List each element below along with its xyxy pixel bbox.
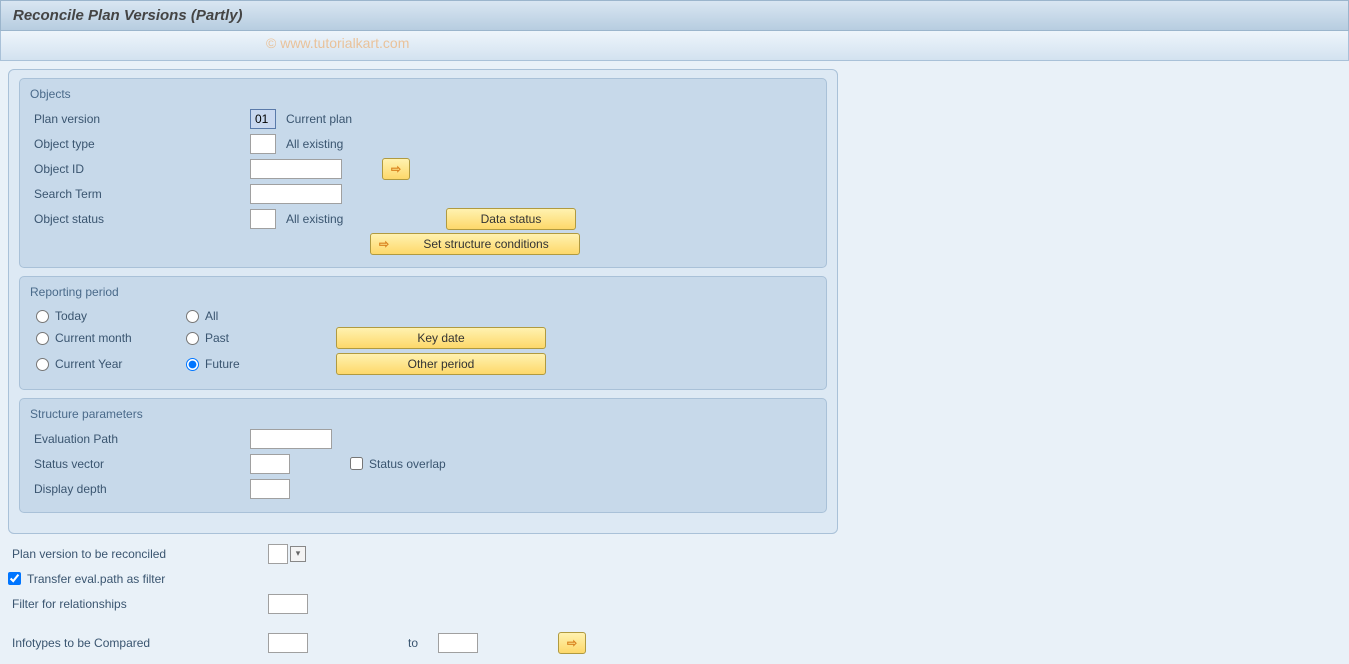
evaluation-path-input[interactable] [250, 429, 332, 449]
transfer-eval-path-check[interactable]: Transfer eval.path as filter [8, 572, 165, 586]
set-structure-conditions-label: Set structure conditions [401, 237, 571, 251]
row-search-term: Search Term [30, 182, 816, 205]
reporting-period-group: Reporting period Today All Current month… [19, 276, 827, 390]
infotypes-from-input[interactable] [268, 633, 308, 653]
arrow-right-icon [391, 162, 401, 176]
plan-version-reconciled-input[interactable] [268, 544, 288, 564]
set-structure-conditions-button[interactable]: Set structure conditions [370, 233, 580, 255]
object-id-input[interactable] [250, 159, 342, 179]
status-overlap-checkbox[interactable] [350, 457, 363, 470]
arrow-right-icon [379, 237, 389, 251]
row-object-type: Object type All existing [30, 132, 816, 155]
radio-future[interactable]: Future [186, 357, 336, 371]
row-status-vector: Status vector Status overlap [30, 452, 816, 475]
radio-past[interactable]: Past [186, 331, 336, 345]
watermark: © www.tutorialkart.com [266, 35, 409, 51]
plan-version-input[interactable] [250, 109, 276, 129]
structure-parameters-title: Structure parameters [30, 407, 816, 421]
page-title: Reconcile Plan Versions (Partly) [13, 7, 243, 24]
row-transfer-eval-path: Transfer eval.path as filter [8, 567, 1341, 590]
reporting-radio-grid: Today All Current month Past Key date Cu… [30, 305, 816, 379]
display-depth-input[interactable] [250, 479, 290, 499]
radio-past-input[interactable] [186, 332, 199, 345]
object-type-desc: All existing [286, 137, 343, 151]
content-area: Objects Plan version Current plan Object… [0, 61, 1349, 664]
row-structure-conditions: Set structure conditions [30, 232, 816, 255]
radio-all[interactable]: All [186, 309, 336, 323]
display-depth-label: Display depth [30, 482, 250, 496]
object-type-label: Object type [30, 137, 250, 151]
object-type-input[interactable] [250, 134, 276, 154]
radio-current-month[interactable]: Current month [36, 331, 186, 345]
radio-today-input[interactable] [36, 310, 49, 323]
key-date-button[interactable]: Key date [336, 327, 546, 349]
toolbar-strip: © www.tutorialkart.com [0, 31, 1349, 61]
status-overlap-check[interactable]: Status overlap [350, 457, 446, 471]
row-object-status: Object status All existing Data status [30, 207, 816, 230]
status-vector-label: Status vector [30, 457, 250, 471]
other-period-button[interactable]: Other period [336, 353, 546, 375]
search-term-input[interactable] [250, 184, 342, 204]
structure-parameters-group: Structure parameters Evaluation Path Sta… [19, 398, 827, 513]
infotypes-compared-label: Infotypes to be Compared [8, 636, 268, 650]
reporting-period-title: Reporting period [30, 285, 816, 299]
title-bar: Reconcile Plan Versions (Partly) [0, 0, 1349, 31]
row-object-id: Object ID [30, 157, 816, 180]
objects-group: Objects Plan version Current plan Object… [19, 78, 827, 268]
object-status-desc: All existing [286, 212, 446, 226]
f4-help-icon[interactable]: ▾ [290, 546, 306, 562]
plan-version-label: Plan version [30, 112, 250, 126]
row-plan-version-reconciled: Plan version to be reconciled ▾ [8, 542, 1341, 565]
row-evaluation-path: Evaluation Path [30, 427, 816, 450]
object-status-input[interactable] [250, 209, 276, 229]
objects-title: Objects [30, 87, 816, 101]
radio-current-year[interactable]: Current Year [36, 357, 186, 371]
radio-today[interactable]: Today [36, 309, 186, 323]
plan-version-reconciled-label: Plan version to be reconciled [8, 547, 268, 561]
infotypes-multi-button[interactable] [558, 632, 586, 654]
row-plan-version: Plan version Current plan [30, 107, 816, 130]
object-status-label: Object status [30, 212, 250, 226]
object-id-label: Object ID [30, 162, 250, 176]
to-label: to [408, 636, 418, 650]
data-status-label: Data status [481, 212, 542, 226]
row-infotypes-compared: Infotypes to be Compared to [8, 631, 1341, 654]
main-panel: Objects Plan version Current plan Object… [8, 69, 838, 534]
data-status-button[interactable]: Data status [446, 208, 576, 230]
radio-future-input[interactable] [186, 358, 199, 371]
arrow-right-icon [567, 636, 577, 650]
object-id-multi-button[interactable] [382, 158, 410, 180]
filter-relationships-label: Filter for relationships [8, 597, 268, 611]
search-term-label: Search Term [30, 187, 250, 201]
row-display-depth: Display depth [30, 477, 816, 500]
radio-current-year-input[interactable] [36, 358, 49, 371]
status-vector-input[interactable] [250, 454, 290, 474]
infotypes-to-input[interactable] [438, 633, 478, 653]
plan-version-desc: Current plan [286, 112, 352, 126]
evaluation-path-label: Evaluation Path [30, 432, 250, 446]
transfer-eval-path-checkbox[interactable] [8, 572, 21, 585]
filter-relationships-input[interactable] [268, 594, 308, 614]
row-filter-relationships: Filter for relationships [8, 592, 1341, 615]
radio-current-month-input[interactable] [36, 332, 49, 345]
bottom-section: Plan version to be reconciled ▾ Transfer… [8, 542, 1341, 654]
radio-all-input[interactable] [186, 310, 199, 323]
